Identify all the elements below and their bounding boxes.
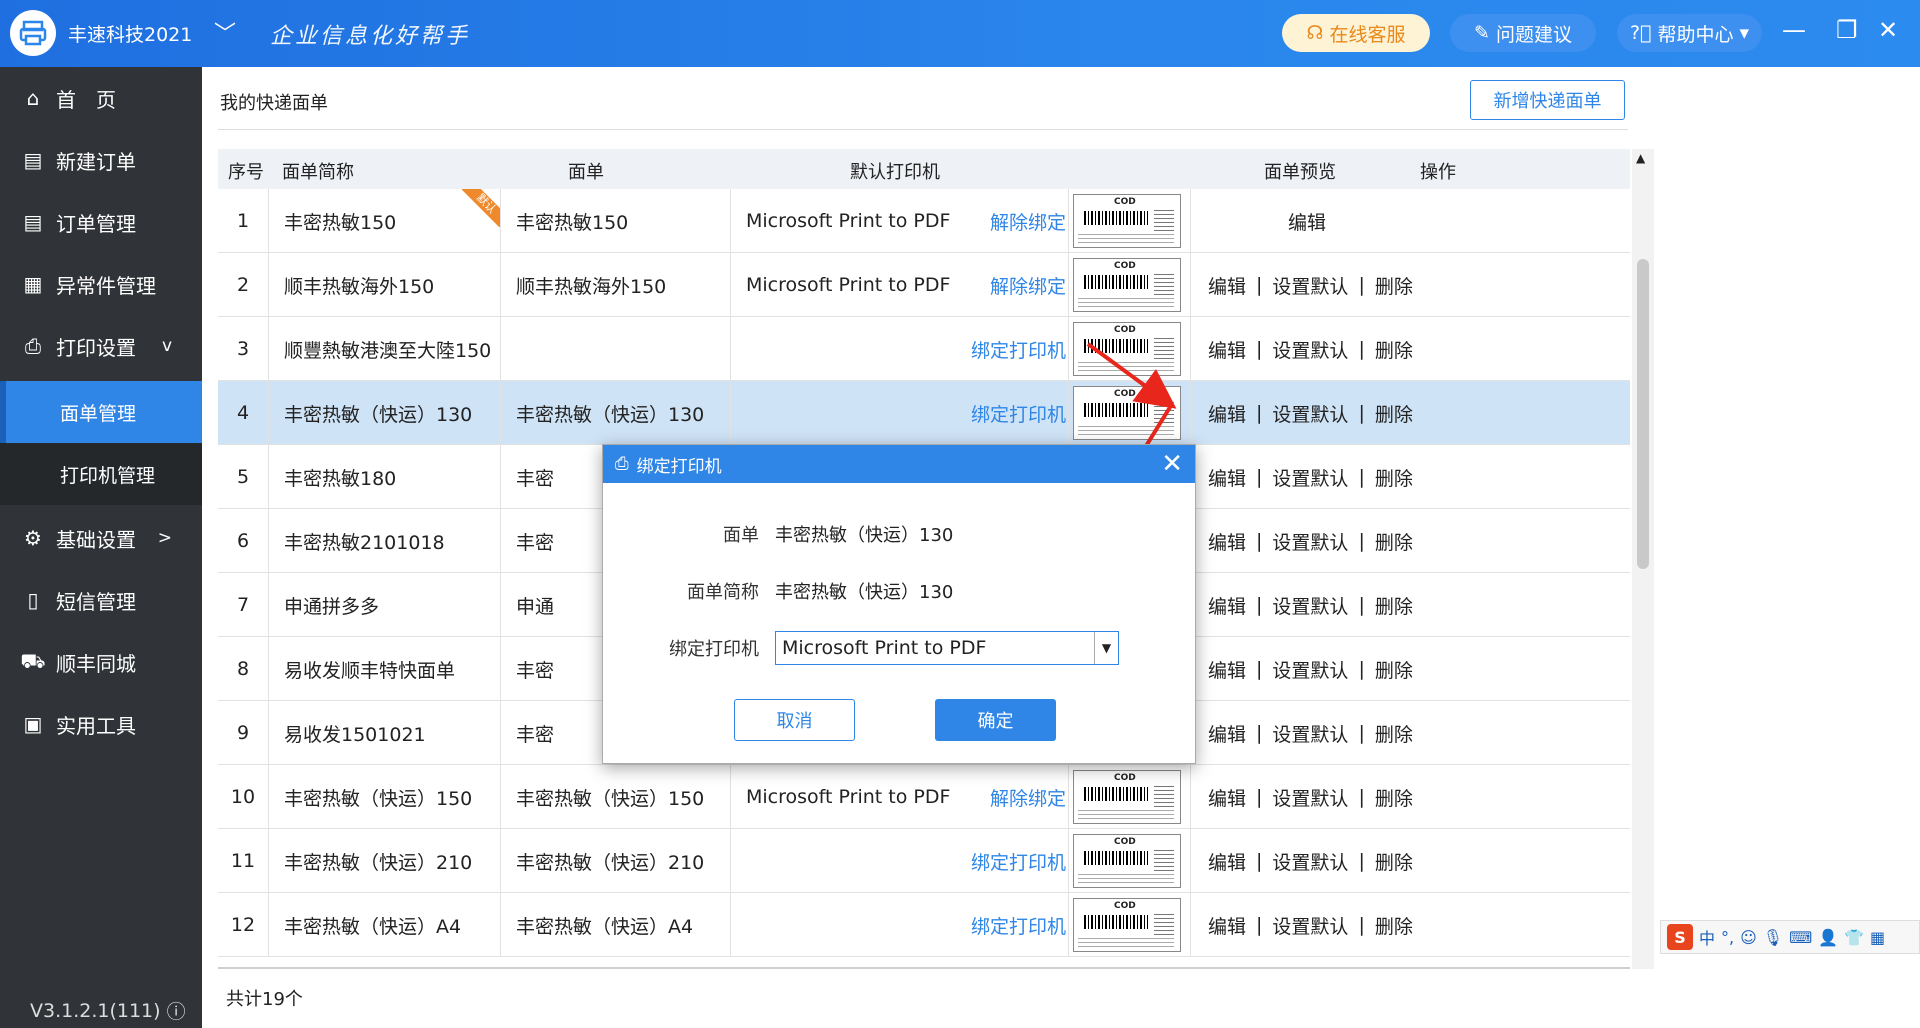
caret-down-icon[interactable]: ▼ [1094,632,1118,664]
punctuation-icon[interactable]: °, [1721,928,1734,947]
grid-icon[interactable]: ▦ [1870,928,1885,947]
dialog-header: ⎙ 绑定打印机 ✕ [603,445,1195,483]
confirm-button[interactable]: 确定 [935,699,1056,741]
bind-printer-dialog: ⎙ 绑定打印机 ✕ 面单 丰密热敏（快运）130 面单简称 丰密热敏（快运）13… [602,444,1196,764]
emoji-icon[interactable]: ☺ [1740,928,1757,947]
dialog-title: 绑定打印机 [636,456,722,477]
short-name-label: 面单简称 [687,582,759,603]
sheet-value: 丰密热敏（快运）130 [775,525,954,546]
keyboard-icon[interactable]: ⌨ [1789,928,1812,947]
printer-icon: ⎙ [615,454,629,474]
printer-label: 绑定打印机 [669,639,759,660]
microphone-icon[interactable]: 🎙 [1763,928,1783,947]
printer-select-value: Microsoft Print to PDF [782,637,987,659]
short-name-value: 丰密热敏（快运）130 [775,582,954,603]
annotation-arrow [1086,342,1177,409]
ime-mode[interactable]: 中 [1699,925,1715,949]
cancel-button[interactable]: 取消 [734,699,855,741]
printer-select[interactable]: Microsoft Print to PDF ▼ [775,631,1119,665]
sheet-label: 面单 [723,525,759,546]
sogou-icon: S [1667,924,1693,950]
close-icon[interactable]: ✕ [1161,449,1183,479]
shirt-icon[interactable]: 👕 [1844,928,1864,947]
ime-toolbar[interactable]: S 中 °, ☺ 🎙 ⌨ 👤 👕 ▦ [1660,920,1920,954]
user-icon[interactable]: 👤 [1818,928,1838,947]
